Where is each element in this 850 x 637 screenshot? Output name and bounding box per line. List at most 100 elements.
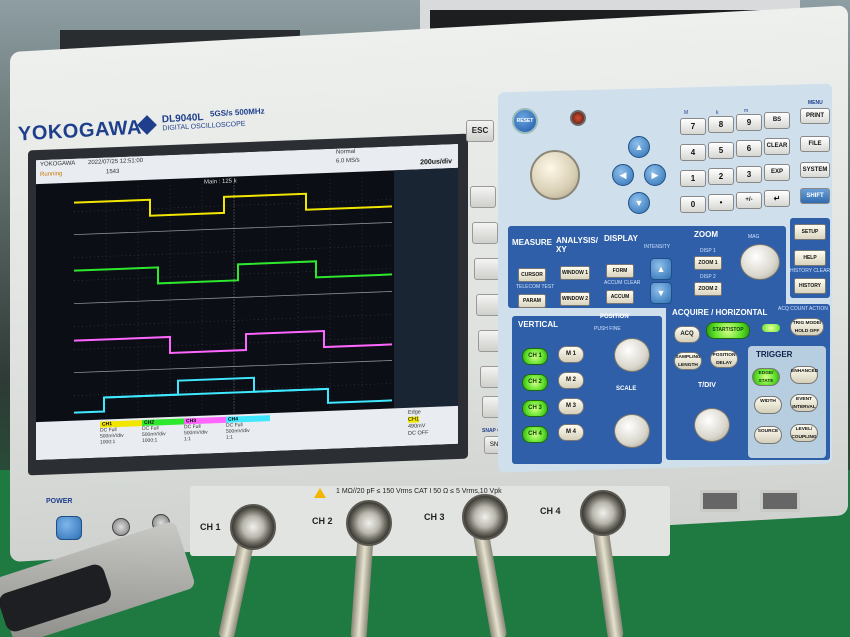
scope-screen: YOKOGAWA 2022/07/25 12:51:00 Running 154… — [36, 143, 458, 461]
key-2[interactable]: 2 — [708, 168, 734, 185]
key-5[interactable]: 5 — [708, 142, 734, 159]
sample-rate: 6.0 MS/s — [336, 157, 360, 165]
key-9[interactable]: 9 — [736, 114, 762, 131]
acquire-title: ACQUIRE / HORIZONTAL — [672, 308, 768, 317]
source-button[interactable]: SOURCE — [754, 426, 782, 444]
cursor-button[interactable]: CURSOR — [518, 268, 546, 282]
print-button[interactable]: PRINT — [800, 108, 830, 124]
key-7[interactable]: 7 — [680, 118, 706, 135]
m2-button[interactable]: M 2 — [558, 372, 584, 389]
push-fine-label: PUSH FINE — [594, 326, 621, 332]
key-enter[interactable]: ↵ — [764, 190, 790, 207]
ch2-bnc-connector[interactable] — [346, 500, 392, 546]
ch1-trace — [74, 192, 392, 217]
shift-button[interactable]: SHIFT — [800, 188, 830, 204]
ch1-bnc-connector[interactable] — [230, 504, 276, 550]
esc-button[interactable]: ESC — [466, 120, 494, 142]
acq-button[interactable]: ACQ — [674, 326, 700, 343]
event-interval-button[interactable]: EVENT INTERVAL — [790, 394, 818, 412]
intensity-down-button[interactable]: ▼ — [650, 282, 672, 304]
level-coupling-button[interactable]: LEVEL/ COUPLING — [790, 424, 818, 442]
key-plus-minus[interactable]: +/- — [736, 192, 762, 209]
system-button[interactable]: SYSTEM — [800, 162, 830, 178]
ch4-probe: 1:1 — [226, 434, 233, 441]
zoom1-button[interactable]: ZOOM 1 — [694, 256, 722, 270]
trigger-mode: Normal — [336, 148, 356, 156]
acq-state: Running — [40, 171, 63, 178]
jog-shuttle-knob[interactable] — [530, 150, 580, 200]
softkey-2[interactable] — [472, 222, 498, 244]
usb-port-1[interactable] — [700, 490, 740, 512]
mag-knob[interactable] — [740, 244, 780, 280]
ch3-info: CH3 DC Full 500mV/div 1:1 — [184, 416, 228, 443]
start-stop-button[interactable]: START/STOP — [706, 322, 750, 339]
arrow-down-button[interactable]: ▼ — [628, 192, 650, 214]
edge-state-button[interactable]: EDGE/ STATE — [752, 368, 780, 386]
setup-button[interactable]: SETUP — [794, 224, 826, 240]
power-button[interactable] — [56, 516, 82, 540]
key-dot[interactable]: • — [708, 194, 734, 211]
intensity-up-button[interactable]: ▲ — [650, 258, 672, 280]
screen-logo: YOKOGAWA — [40, 160, 76, 168]
key-0[interactable]: 0 — [680, 196, 706, 213]
m1-button[interactable]: M 1 — [558, 346, 584, 363]
key-bs[interactable]: BS — [764, 112, 790, 129]
zoom2-button[interactable]: ZOOM 2 — [694, 282, 722, 296]
zoom-title: ZOOM — [694, 230, 718, 239]
enhanced-button[interactable]: ENHANCED — [790, 366, 818, 384]
history-button[interactable]: HISTORY — [794, 278, 826, 294]
reset-button[interactable]: RESET — [512, 108, 538, 134]
trigger-source: CH1 — [408, 416, 420, 423]
ch3-probe: 1:1 — [184, 436, 191, 443]
scene: YOKOGAWA DL9040L DIGITAL OSCILLOSCOPE 5G… — [0, 0, 850, 637]
position-label: POSITION — [600, 314, 629, 320]
window2-button[interactable]: WINDOW 2 — [560, 292, 590, 306]
menu-label: MENU — [808, 100, 823, 106]
position-delay-button[interactable]: POSITION DELAY — [710, 350, 738, 368]
tdiv-label: T/DIV — [698, 382, 716, 389]
key-1[interactable]: 1 — [680, 170, 706, 187]
ch4-connector-label: CH 4 — [540, 506, 561, 516]
ch2-button[interactable]: CH 2 — [522, 374, 548, 391]
ch4-trace — [74, 387, 392, 414]
key-6[interactable]: 6 — [736, 140, 762, 157]
m3-button[interactable]: M 3 — [558, 398, 584, 415]
power-label: POWER — [46, 498, 73, 505]
softkey-3[interactable] — [474, 258, 500, 280]
telecom-test-label: TELECOM TEST — [516, 284, 555, 290]
ch4-bnc-connector[interactable] — [580, 490, 626, 536]
arrow-up-button[interactable]: ▲ — [628, 136, 650, 158]
file-button[interactable]: FILE — [800, 136, 830, 152]
help-button[interactable]: HELP — [794, 250, 826, 266]
accum-button[interactable]: ACCUM — [606, 290, 634, 304]
position-knob[interactable] — [614, 338, 650, 372]
key-exp[interactable]: EXP — [764, 164, 790, 181]
form-button[interactable]: FORM — [606, 264, 634, 278]
width-button[interactable]: WIDTH — [754, 396, 782, 414]
scale-label: SCALE — [616, 386, 637, 392]
ch1-button[interactable]: CH 1 — [522, 348, 548, 365]
key-8[interactable]: 8 — [708, 116, 734, 133]
arrow-left-button[interactable]: ◀ — [612, 164, 634, 186]
trig-mode-button[interactable]: TRIG MODE/ HOLD OFF — [790, 318, 824, 336]
m4-button[interactable]: M 4 — [558, 424, 584, 441]
probe-comp-terminal[interactable] — [112, 518, 130, 536]
softkey-1[interactable] — [470, 186, 496, 208]
acq-count-label: ACQ COUNT ACTION — [778, 306, 828, 312]
param-button[interactable]: PARAM — [518, 294, 546, 308]
key-3[interactable]: 3 — [736, 166, 762, 183]
window1-button[interactable]: WINDOW 1 — [560, 266, 590, 280]
trigger-info: Edge CH1 490mV DC OFF — [408, 409, 428, 438]
tdiv-knob[interactable] — [694, 408, 730, 442]
usb-port-2[interactable] — [760, 490, 800, 512]
scale-knob[interactable] — [614, 414, 650, 448]
trigger-type: Edge — [408, 409, 421, 416]
key-4[interactable]: 4 — [680, 144, 706, 161]
arrow-right-button[interactable]: ▶ — [644, 164, 666, 186]
ch4-button[interactable]: CH 4 — [522, 426, 548, 443]
ch3-button[interactable]: CH 3 — [522, 400, 548, 417]
sampling-length-button[interactable]: SAMPLING LENGTH — [674, 352, 702, 370]
key-clear[interactable]: CLEAR — [764, 138, 790, 155]
time-div: 200us/div — [420, 158, 452, 167]
ch3-bnc-connector[interactable] — [462, 494, 508, 540]
